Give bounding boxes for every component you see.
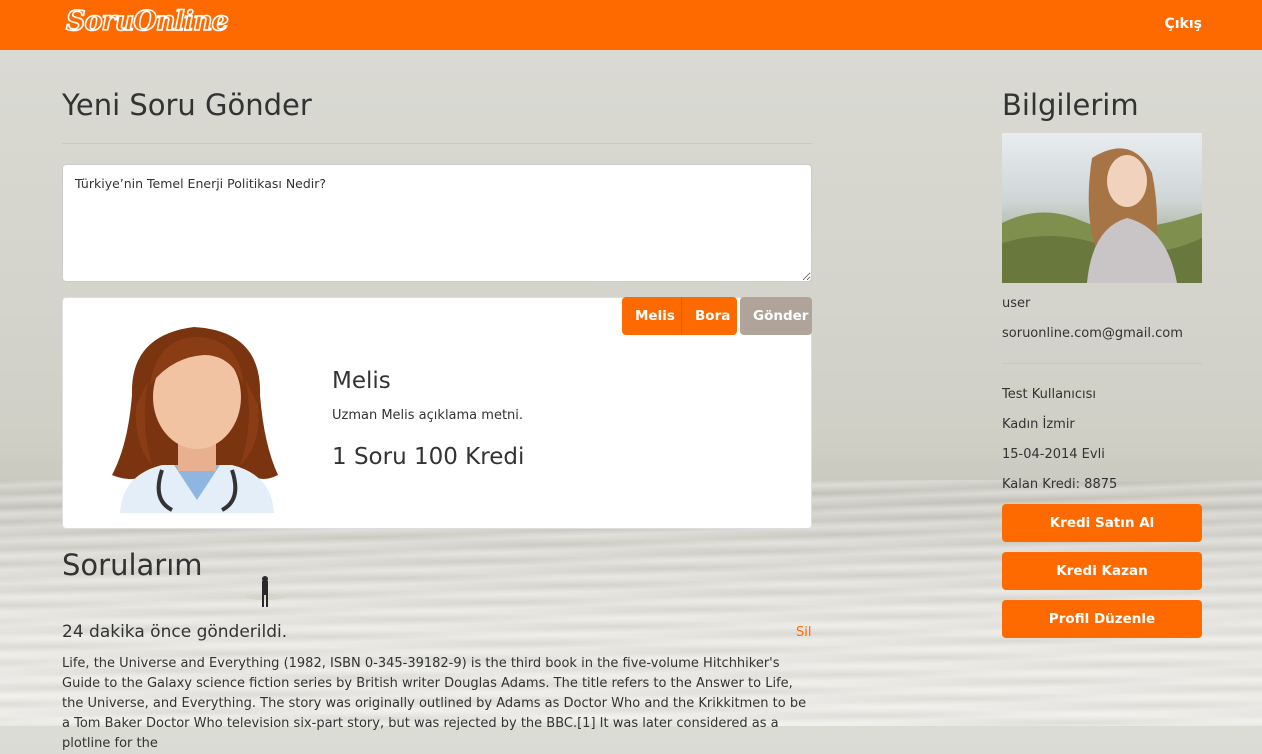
- doctor-avatar-icon: [112, 327, 278, 513]
- expert-price: 1 Soru 100 Kredi: [332, 444, 525, 470]
- question-body: Life, the Universe and Everything (1982,…: [62, 656, 807, 751]
- divider: [1002, 363, 1202, 364]
- question-time: 24 dakika önce gönderildi.: [62, 622, 288, 642]
- send-button[interactable]: Gönder: [740, 297, 812, 335]
- top-navbar: SoruOnline Çıkış: [0, 0, 1262, 50]
- tab-melis[interactable]: Melis: [622, 297, 682, 335]
- delete-link[interactable]: Sil: [796, 625, 811, 640]
- profile-full-name: Test Kullanıcısı: [1002, 387, 1097, 402]
- logout-link[interactable]: Çıkış: [1164, 16, 1202, 32]
- profile-photo-image: [1002, 133, 1202, 283]
- edit-profile-button[interactable]: Profil Düzenle: [1002, 600, 1202, 638]
- surfer-silhouette-icon: [246, 576, 286, 607]
- divider: [62, 143, 812, 144]
- expert-avatar: [112, 325, 282, 513]
- profile-gender-city: Kadın İzmir: [1002, 417, 1075, 432]
- question-input[interactable]: Türkiye’nin Temel Enerji Politikası Nedi…: [62, 164, 812, 282]
- profile-credit: Kalan Kredi: 8875: [1002, 477, 1118, 492]
- expert-tabs: Melis Bora: [622, 297, 737, 335]
- profile-photo: [1002, 133, 1202, 283]
- expert-description: Uzman Melis açıklama metni.: [332, 408, 524, 423]
- profile-birth-marital: 15-04-2014 Evli: [1002, 447, 1105, 462]
- my-questions-title: Sorularım: [62, 548, 203, 582]
- page-title: Yeni Soru Gönder: [62, 88, 312, 122]
- profile-username: user: [1002, 296, 1031, 311]
- tab-bora[interactable]: Bora: [682, 297, 737, 335]
- logo[interactable]: SoruOnline: [65, 5, 229, 38]
- profile-title: Bilgilerim: [1002, 88, 1139, 122]
- buy-credit-button[interactable]: Kredi Satın Al: [1002, 504, 1202, 542]
- profile-email: soruonline.com@gmail.com: [1002, 326, 1183, 341]
- earn-credit-button[interactable]: Kredi Kazan: [1002, 552, 1202, 590]
- expert-name: Melis: [332, 368, 391, 394]
